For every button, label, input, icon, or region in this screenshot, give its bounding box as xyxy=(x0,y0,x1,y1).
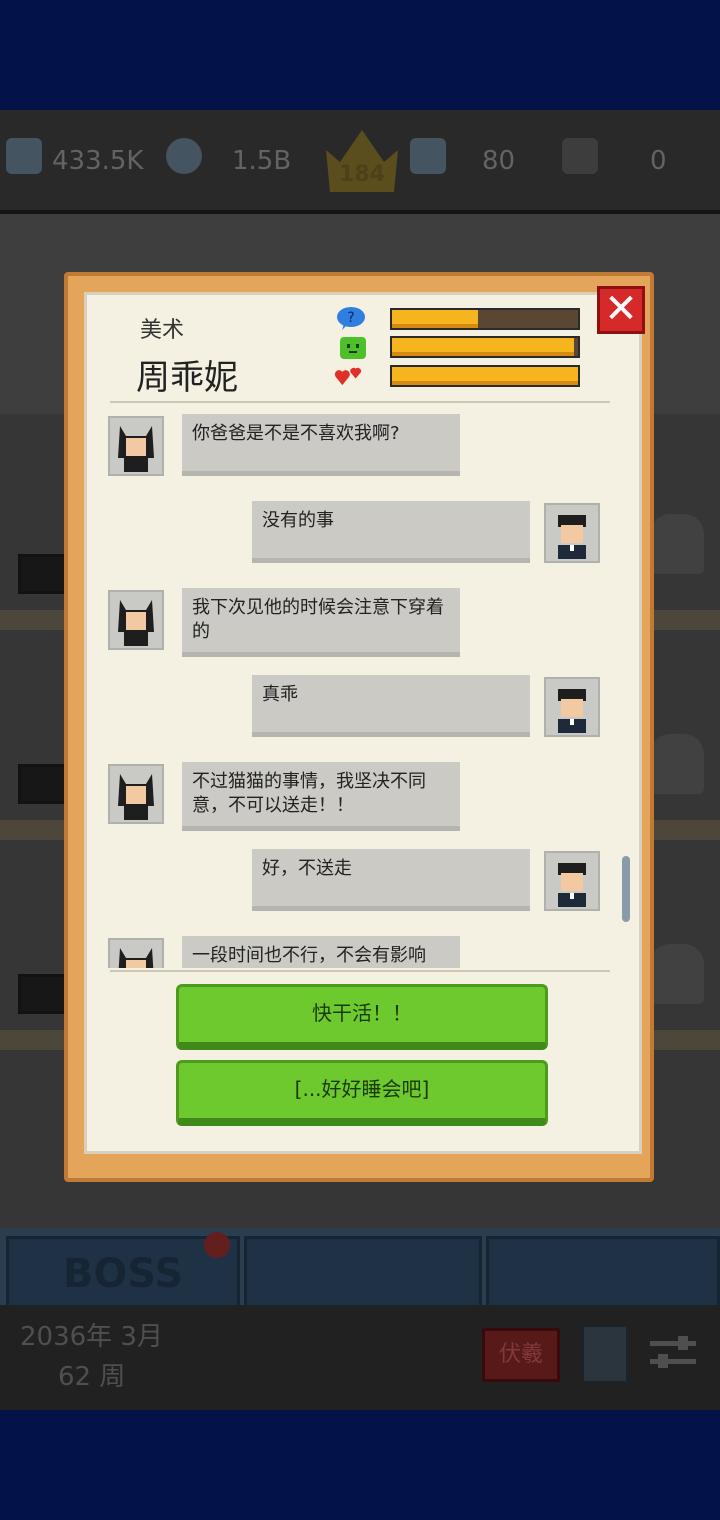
date-week: 62 周 xyxy=(58,1362,126,1392)
chat-history[interactable]: 你爸爸是不是不喜欢我啊? 没有的事我下次见他的时候会注意下穿着的真乖不过猫猫的事情… xyxy=(108,404,618,968)
top-status-bar: 433.5K 1.5B 184 80 0 xyxy=(0,110,720,214)
slider-knob xyxy=(658,1354,668,1368)
date-year-month: 2036年 3月 xyxy=(20,1322,163,1352)
player-avatar xyxy=(544,851,600,911)
chat-bubble: 真乖 xyxy=(252,675,530,737)
stat-bar-fill xyxy=(392,310,478,328)
employee-name: 周乖妮 xyxy=(136,358,238,398)
book-icon[interactable] xyxy=(582,1325,628,1383)
stat-bar-1 xyxy=(390,308,580,330)
chat-bubble: 你爸爸是不是不喜欢我啊? xyxy=(182,414,460,476)
monitor xyxy=(18,764,68,804)
employee-figure[interactable] xyxy=(650,944,704,1004)
crown-level: 184 xyxy=(339,162,385,187)
fans-count: 433.5K xyxy=(52,146,144,176)
chat-bubble: 一段时间也不行，不会有影响的，你看多可爱啊 xyxy=(182,936,460,968)
action-button-work[interactable]: 快干活！！ xyxy=(176,984,548,1050)
game-date: 2036年 3月 62 周 xyxy=(20,1317,163,1397)
close-icon: ✕ xyxy=(604,286,638,332)
tab-office[interactable] xyxy=(244,1236,482,1312)
settings-sliders-icon[interactable] xyxy=(650,1333,696,1373)
chat-scrollbar[interactable] xyxy=(622,404,630,972)
bottom-bar: 2036年 3月 62 周 伏羲 xyxy=(0,1305,720,1410)
stat-bar-2 xyxy=(390,336,580,358)
employee-count: 80 xyxy=(482,146,516,176)
hearts-icon xyxy=(334,367,362,386)
red-stamp-button[interactable]: 伏羲 xyxy=(482,1328,560,1382)
fans-icon xyxy=(6,138,42,174)
bottom-tab-bar: BOSS xyxy=(0,1228,720,1312)
employee-icon xyxy=(410,138,446,174)
player-avatar xyxy=(544,503,600,563)
employee-figure[interactable] xyxy=(650,514,704,574)
crown-icon[interactable]: 184 xyxy=(322,124,402,194)
slider-knob xyxy=(678,1336,688,1350)
money-bag-icon xyxy=(166,138,202,174)
stat-bar-fill xyxy=(392,338,575,356)
svg-text:?: ? xyxy=(347,310,354,326)
employee-avatar xyxy=(108,938,164,968)
stat-bar-fill xyxy=(392,367,578,385)
employee-avatar xyxy=(108,590,164,650)
green-face-icon xyxy=(340,337,366,359)
stat-bar-3 xyxy=(390,365,580,387)
employee-figure[interactable] xyxy=(650,734,704,794)
monitor xyxy=(18,974,68,1014)
header-divider xyxy=(110,401,610,403)
action-button-sleep[interactable]: [...好好睡会吧] xyxy=(176,1060,548,1126)
slider-line xyxy=(650,1359,696,1364)
employee-avatar xyxy=(108,416,164,476)
monitor xyxy=(18,554,68,594)
tab-market[interactable] xyxy=(486,1236,720,1312)
x-count: 0 xyxy=(650,146,667,176)
chat-bubble: 好，不送走 xyxy=(252,849,530,911)
close-button[interactable]: ✕ xyxy=(597,286,645,334)
employee-role: 美术 xyxy=(140,318,185,343)
employee-avatar xyxy=(108,764,164,824)
money-count: 1.5B xyxy=(232,146,292,176)
chat-bubble: 不过猫猫的事情，我坚决不同意，不可以送走！！ xyxy=(182,762,460,831)
scroll-thumb[interactable] xyxy=(622,856,630,922)
slider-line xyxy=(650,1341,696,1346)
notification-dot xyxy=(204,1232,230,1258)
player-avatar xyxy=(544,677,600,737)
x-box-icon xyxy=(562,138,598,174)
question-bubble-icon: ? xyxy=(337,307,365,330)
chat-divider xyxy=(110,970,610,972)
chat-bubble: 没有的事 xyxy=(252,501,530,563)
chat-bubble: 我下次见他的时候会注意下穿着的 xyxy=(182,588,460,657)
